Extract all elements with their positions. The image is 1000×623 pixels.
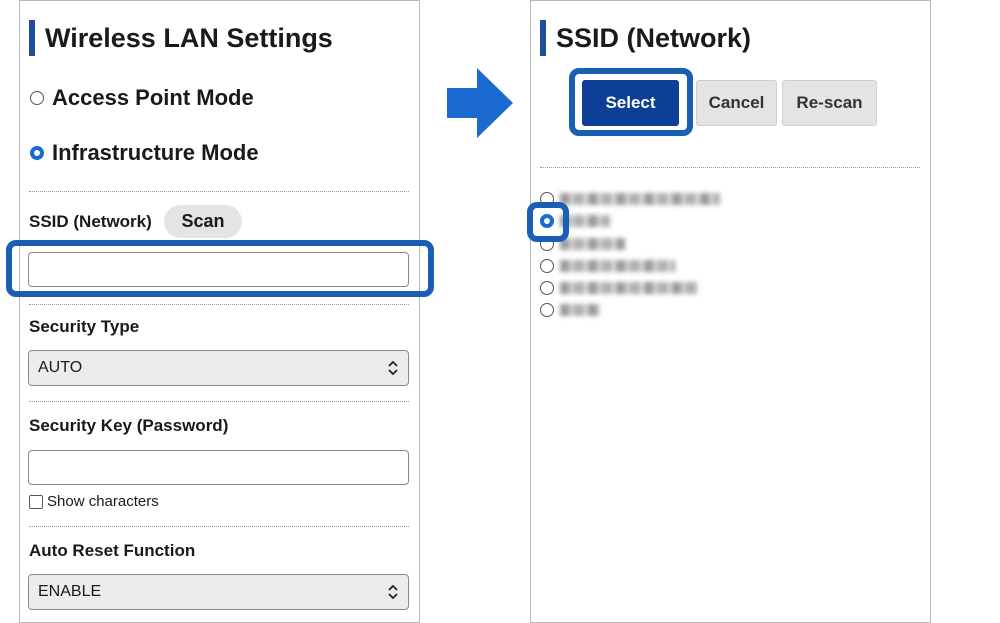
access-point-mode-radio[interactable] (30, 91, 44, 105)
divider (29, 401, 409, 402)
divider (29, 304, 409, 305)
access-point-mode-option[interactable]: Access Point Mode (30, 85, 254, 111)
divider (29, 526, 409, 527)
selected-network-highlight (527, 202, 569, 242)
infrastructure-mode-label: Infrastructure Mode (52, 140, 259, 165)
security-key-label: Security Key (Password) (29, 416, 229, 435)
ssid-panel-title: SSID (Network) (540, 20, 751, 56)
infrastructure-mode-radio[interactable] (30, 146, 44, 160)
network-name-blurred (560, 304, 600, 316)
show-characters-option[interactable]: Show characters (29, 493, 159, 510)
network-radio[interactable] (540, 303, 554, 317)
rescan-button[interactable]: Re-scan (782, 80, 877, 126)
network-list-item[interactable] (540, 192, 720, 206)
scan-button[interactable]: Scan (164, 205, 242, 238)
security-key-input[interactable] (28, 450, 409, 485)
security-type-value: AUTO (38, 359, 83, 376)
divider (29, 191, 409, 192)
divider (540, 167, 920, 168)
auto-reset-select[interactable]: ENABLE (28, 574, 409, 610)
network-radio[interactable] (540, 259, 554, 273)
security-type-label: Security Type (29, 317, 140, 336)
show-characters-checkbox[interactable] (29, 494, 43, 509)
network-list-item[interactable] (540, 259, 675, 273)
cancel-button[interactable]: Cancel (696, 80, 777, 126)
network-name-blurred (560, 282, 698, 294)
security-type-select[interactable]: AUTO (28, 350, 409, 386)
network-list-item[interactable] (540, 303, 600, 317)
show-characters-label: Show characters (47, 493, 159, 510)
network-name-blurred (560, 193, 720, 205)
network-list-item[interactable] (540, 281, 698, 295)
heading-accent-bar (540, 20, 546, 56)
ssid-label: SSID (Network) (29, 212, 152, 231)
network-name-blurred (560, 238, 625, 250)
right-arrow-icon (447, 68, 513, 138)
select-chevron-icon (388, 585, 398, 599)
auto-reset-value: ENABLE (38, 583, 102, 600)
wireless-lan-settings-title: Wireless LAN Settings (45, 22, 333, 53)
access-point-mode-label: Access Point Mode (52, 85, 254, 110)
auto-reset-label: Auto Reset Function (29, 541, 196, 560)
page-title: Wireless LAN Settings (29, 20, 333, 56)
ssid-input-highlight (6, 240, 434, 297)
network-name-blurred (560, 260, 675, 272)
select-button-highlight (569, 68, 693, 136)
select-chevron-icon (388, 361, 398, 375)
heading-accent-bar (29, 20, 35, 56)
network-radio[interactable] (540, 281, 554, 295)
ssid-network-title: SSID (Network) (556, 22, 752, 53)
infrastructure-mode-option[interactable]: Infrastructure Mode (30, 140, 259, 166)
